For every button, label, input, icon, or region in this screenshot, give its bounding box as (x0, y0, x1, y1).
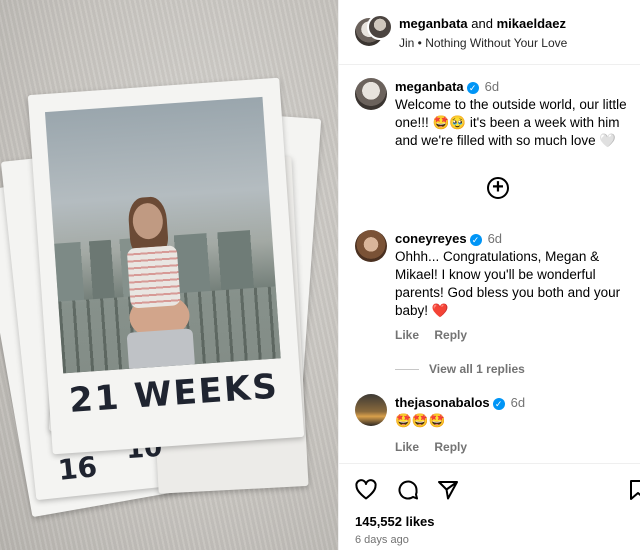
bookmark-icon[interactable] (625, 478, 640, 504)
comment-time[interactable]: 6d (488, 231, 502, 246)
caption-text: Welcome to the outside world, our little… (395, 97, 627, 148)
avatar[interactable] (367, 14, 393, 40)
like-comment-button[interactable]: Like (395, 328, 419, 342)
like-count[interactable]: 145,552 likes (355, 514, 435, 529)
post-side-panel: meganbata and mikaeldaez Jin • Nothing W… (338, 0, 640, 550)
polaroid-number: 16 (56, 450, 99, 487)
caption-username[interactable]: meganbata (395, 79, 464, 94)
avatar[interactable] (355, 394, 387, 426)
verified-icon: ✓ (469, 233, 482, 246)
comment-text: Ohhh... Congratulations, Megan & Mikael!… (395, 249, 621, 318)
comment-icon[interactable] (395, 478, 421, 504)
header-user2[interactable]: mikaeldaez (497, 16, 566, 31)
header-joiner: and (471, 16, 493, 31)
verified-icon: ✓ (492, 397, 505, 410)
header-usernames: meganbata and mikaeldaez (399, 16, 566, 31)
verified-icon: ✓ (466, 81, 479, 94)
avatar[interactable] (355, 230, 387, 262)
post-header: meganbata and mikaeldaez Jin • Nothing W… (339, 0, 640, 65)
heart-icon[interactable] (353, 478, 379, 504)
comment-username[interactable]: thejasonabalos (395, 395, 490, 410)
load-more-comments-icon[interactable]: + (487, 177, 509, 199)
music-track[interactable]: Jin • Nothing Without Your Love (399, 36, 567, 50)
avatar[interactable] (355, 78, 387, 110)
comment-username[interactable]: coneyreyes (395, 231, 467, 246)
comment-text: 🤩🤩🤩 (395, 413, 446, 428)
share-icon[interactable] (435, 478, 461, 504)
polaroid-caption: 21 WEEKS (67, 366, 281, 422)
view-replies-button[interactable]: View all 1 replies (395, 362, 525, 376)
reply-comment-button[interactable]: Reply (434, 440, 467, 454)
post-media[interactable]: 17 16 10 21 WEEKS (0, 0, 338, 550)
main-polaroid: 21 WEEKS (27, 77, 305, 455)
like-comment-button[interactable]: Like (395, 440, 419, 454)
header-user1[interactable]: meganbata (399, 16, 468, 31)
post-timestamp[interactable]: 6 days ago (355, 534, 409, 546)
pregnancy-photo (44, 96, 281, 374)
caption-time[interactable]: 6d (485, 79, 499, 94)
post-footer: 145,552 likes 6 days ago (339, 463, 640, 551)
comment-time[interactable]: 6d (511, 395, 525, 410)
reply-comment-button[interactable]: Reply (434, 328, 467, 342)
